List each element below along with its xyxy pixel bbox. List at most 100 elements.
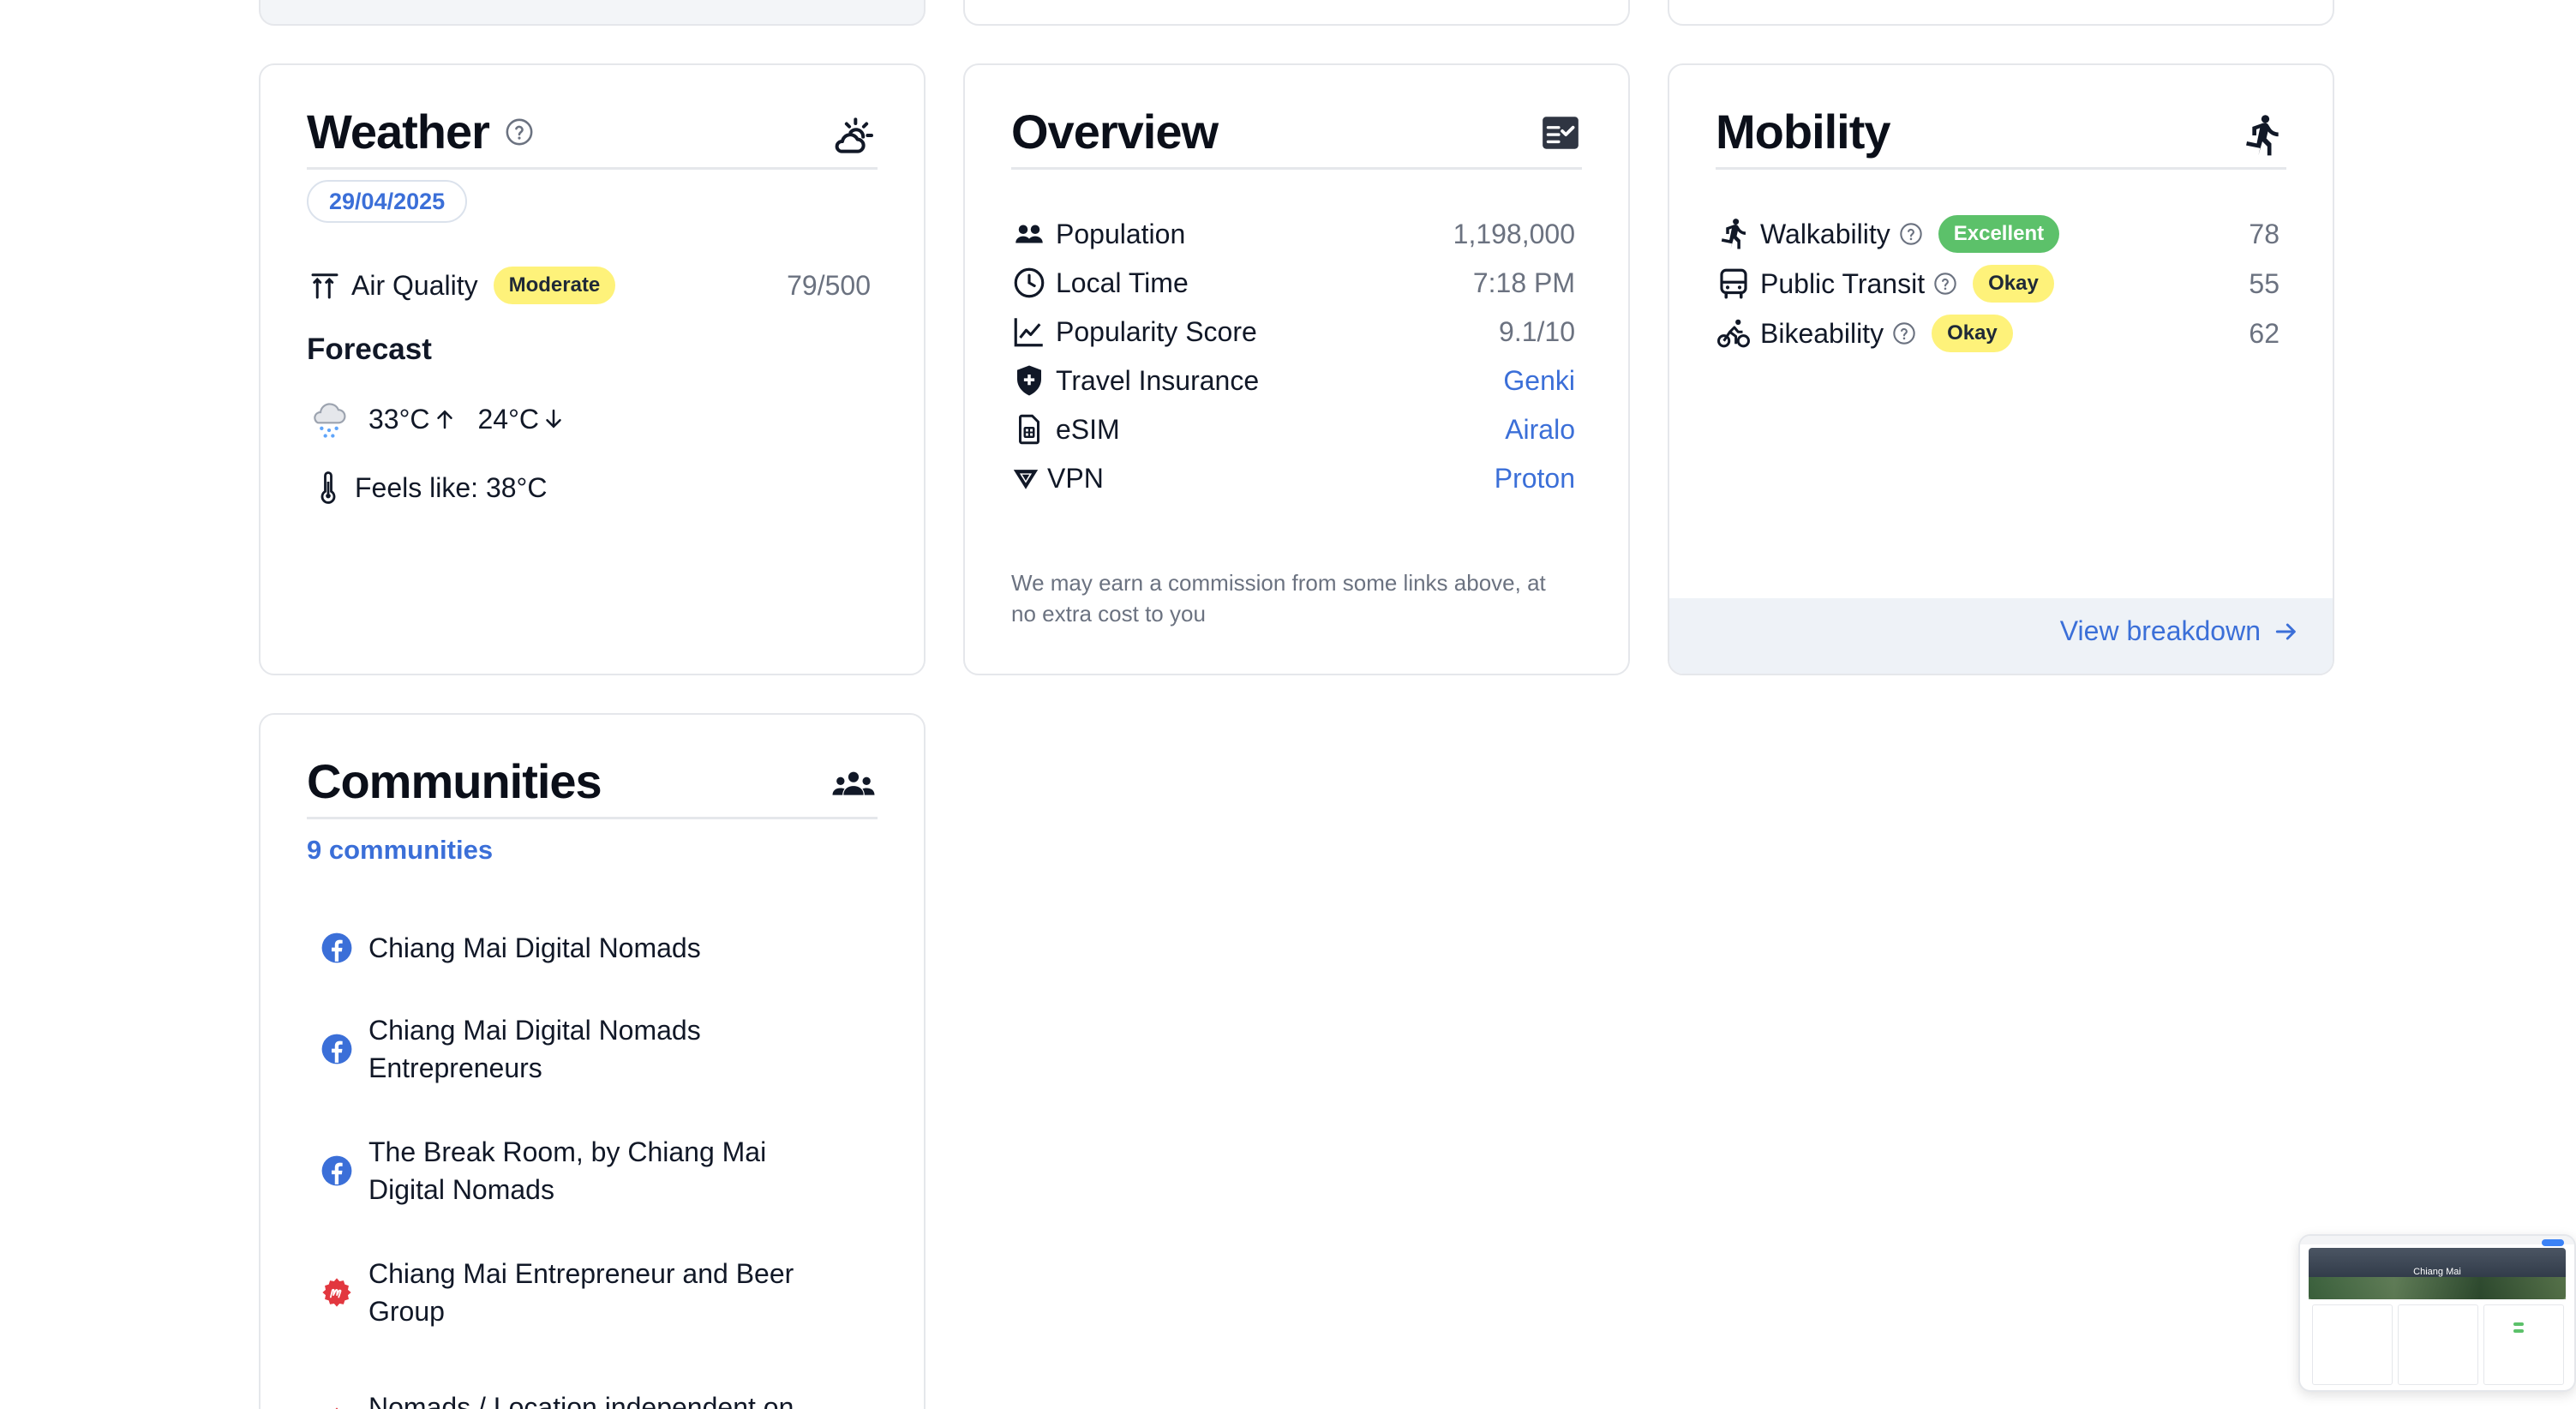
bikeability-badge: Okay xyxy=(1932,315,2013,352)
public-transit-value: 55 xyxy=(2249,267,2279,299)
community-item[interactable]: The Break Room, by Chiang Mai Digital No… xyxy=(321,1133,800,1208)
walking-icon xyxy=(2246,115,2279,156)
public-transit-row: Public Transit Okay 55 xyxy=(1716,262,2279,305)
overview-card: Overview Population 1,198,000 Local Time… xyxy=(963,63,1630,675)
help-icon[interactable] xyxy=(1933,272,1957,296)
community-name: Chiang Mai Entrepreneur and Beer Group xyxy=(368,1258,794,1327)
walkability-value: 78 xyxy=(2249,218,2279,249)
mobility-title: Mobility xyxy=(1716,105,1891,159)
walkability-badge: Excellent xyxy=(1938,215,2060,253)
vpn-row: VPN Proton xyxy=(1011,457,1575,500)
facebook-icon xyxy=(321,932,352,963)
air-quality-value: 79/500 xyxy=(787,269,871,301)
meetup-icon xyxy=(335,1407,338,1409)
weather-header: Weather xyxy=(307,65,878,170)
population-label: Population xyxy=(1056,218,1186,249)
public-transit-label: Public Transit xyxy=(1760,267,1926,299)
mobility-card: Mobility Walkability Excellent 78 Public… xyxy=(1668,63,2334,675)
view-breakdown-link[interactable]: View breakdown xyxy=(2060,615,2300,647)
forecast-temps-row: 33°C 24°C xyxy=(307,398,871,441)
overview-header: Overview xyxy=(1011,65,1582,170)
popularity-label: Popularity Score xyxy=(1056,315,1257,347)
facebook-icon xyxy=(321,1034,352,1064)
air-quality-label: Air Quality xyxy=(351,269,478,301)
esim-link[interactable]: Airalo xyxy=(1505,414,1575,446)
clock-icon xyxy=(1014,267,1045,298)
view-breakdown-bar: View breakdown xyxy=(1669,598,2333,674)
shield-icon xyxy=(1017,365,1041,396)
thumbnail-badge xyxy=(2542,1239,2564,1246)
arrow-right-icon xyxy=(2275,623,2296,639)
temp-low: 24°C xyxy=(477,403,540,435)
travel-insurance-row: Travel Insurance Genki xyxy=(1011,359,1575,402)
arrow-up-icon xyxy=(436,410,452,429)
travel-insurance-link[interactable]: Genki xyxy=(1503,365,1575,397)
weather-title: Weather xyxy=(307,108,534,156)
esim-row: eSIM Airalo xyxy=(1011,408,1575,451)
overview-title: Overview xyxy=(1011,105,1219,159)
community-item[interactable]: Nomads / Location independent on xyxy=(321,1376,800,1409)
page-thumbnail-preview[interactable]: Chiang Mai xyxy=(2298,1234,2576,1392)
thumbnail-header-bar xyxy=(2300,1236,2574,1244)
arrow-down-icon xyxy=(546,409,561,429)
weather-card: Weather 29/04/2025 Air Quality Moderate … xyxy=(259,63,926,675)
mobility-header: Mobility xyxy=(1716,65,2286,170)
line-chart-icon xyxy=(1014,318,1043,347)
thumbnail-green-badge xyxy=(2513,1329,2524,1333)
thumbnail-card xyxy=(2398,1304,2478,1385)
people-icon xyxy=(1015,225,1043,243)
bikeability-row: Bikeability Okay 62 xyxy=(1716,312,2279,355)
checklist-icon xyxy=(1543,117,1579,149)
communities-title: Communities xyxy=(307,754,602,808)
vpn-icon xyxy=(1013,470,1039,489)
thumbnail-hero-image: Chiang Mai xyxy=(2309,1248,2566,1299)
community-item[interactable]: Chiang Mai Digital Nomads xyxy=(321,929,800,967)
help-icon[interactable] xyxy=(1899,222,1923,246)
feels-like-row: Feels like: 38°C xyxy=(307,466,871,509)
air-quality-row: Air Quality Moderate 79/500 xyxy=(307,264,871,307)
meetup-icon xyxy=(322,1278,351,1307)
bikeability-label: Bikeability xyxy=(1760,317,1884,349)
community-name: Chiang Mai Digital Nomads Entrepreneurs xyxy=(368,1015,701,1083)
travel-insurance-label: Travel Insurance xyxy=(1056,364,1260,396)
population-value: 1,198,000 xyxy=(1453,218,1575,249)
local-time-value: 7:18 PM xyxy=(1472,267,1575,298)
communities-count-link[interactable]: 9 communities xyxy=(307,835,493,866)
popularity-value: 9.1/10 xyxy=(1499,315,1575,347)
commission-note: We may earn a commission from some links… xyxy=(1011,570,1546,627)
date-badge: 29/04/2025 xyxy=(307,180,468,223)
view-breakdown-label: View breakdown xyxy=(2059,615,2261,646)
partly-cloudy-icon xyxy=(835,117,873,153)
snow-cloud-icon xyxy=(314,403,346,438)
bus-icon xyxy=(1720,268,1747,299)
bike-icon xyxy=(1717,319,1750,348)
vpn-link[interactable]: Proton xyxy=(1495,463,1575,495)
community-name: Nomads / Location independent on xyxy=(368,1392,794,1409)
temp-high: 33°C xyxy=(368,403,430,435)
bikeability-value: 62 xyxy=(2249,317,2279,349)
help-icon[interactable] xyxy=(505,117,534,147)
community-item[interactable]: Chiang Mai Entrepreneur and Beer Group xyxy=(321,1255,800,1330)
community-name: Chiang Mai Digital Nomads xyxy=(368,932,701,963)
community-item[interactable]: Chiang Mai Digital Nomads Entrepreneurs xyxy=(321,1011,800,1087)
facebook-icon xyxy=(321,1155,352,1186)
popularity-row: Popularity Score 9.1/10 xyxy=(1011,310,1575,353)
thumbnail-hero-trees xyxy=(2309,1277,2566,1299)
community-name: The Break Room, by Chiang Mai Digital No… xyxy=(368,1136,767,1205)
help-icon[interactable] xyxy=(1892,321,1916,345)
population-row: Population 1,198,000 xyxy=(1011,213,1575,255)
group-icon xyxy=(832,771,875,795)
previous-card-middle xyxy=(963,0,1630,26)
communities-card: Communities 9 communities Chiang Mai Dig… xyxy=(259,713,926,1409)
thermometer-icon xyxy=(321,471,336,504)
air-quality-badge: Moderate xyxy=(493,267,616,304)
esim-label: eSIM xyxy=(1056,413,1120,445)
communities-header: Communities xyxy=(307,715,878,819)
forecast-title: Forecast xyxy=(307,333,432,366)
thumbnail-card xyxy=(2483,1304,2564,1385)
sim-card-icon xyxy=(1019,414,1039,445)
local-time-row: Local Time 7:18 PM xyxy=(1011,261,1575,304)
walkability-row: Walkability Excellent 78 xyxy=(1716,213,2279,255)
thumbnail-green-badge xyxy=(2513,1322,2524,1326)
feels-like: Feels like: 38°C xyxy=(355,471,548,503)
